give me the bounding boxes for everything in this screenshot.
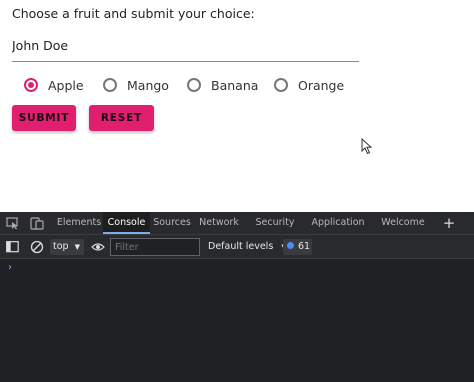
form-prompt: Choose a fruit and submit your choice: bbox=[12, 6, 255, 21]
mouse-cursor-icon bbox=[361, 138, 373, 155]
sidebar-toggle-icon[interactable] bbox=[6, 241, 19, 253]
log-levels-label: Default levels bbox=[208, 241, 274, 252]
message-count: 61 bbox=[298, 241, 311, 252]
radio-label-orange: Orange bbox=[298, 77, 345, 93]
submit-button[interactable]: SUBMIT bbox=[12, 105, 76, 131]
name-field[interactable] bbox=[12, 30, 359, 62]
eye-icon[interactable] bbox=[91, 242, 105, 252]
chevron-down-icon: ▼ bbox=[74, 243, 80, 251]
radio-banana[interactable]: Banana bbox=[187, 76, 258, 94]
radio-circle-apple[interactable] bbox=[24, 78, 38, 92]
console-toolbar: top ▼ Default levels ▼ 61 bbox=[0, 235, 474, 259]
tab-welcome[interactable]: Welcome bbox=[378, 212, 428, 234]
radio-label-mango: Mango bbox=[127, 77, 169, 93]
device-toolbar-icon[interactable] bbox=[30, 217, 44, 230]
radio-label-banana: Banana bbox=[211, 77, 259, 93]
tab-security[interactable]: Security bbox=[253, 212, 297, 234]
radio-apple[interactable]: Apple bbox=[24, 76, 84, 94]
add-tab-button[interactable]: + bbox=[439, 212, 459, 234]
radio-label-apple: Apple bbox=[48, 77, 84, 93]
radio-circle-mango[interactable] bbox=[103, 78, 117, 92]
tab-application[interactable]: Application bbox=[308, 212, 368, 234]
message-count-badge[interactable]: 61 bbox=[283, 239, 312, 255]
console-prompt-caret[interactable]: › bbox=[8, 262, 12, 273]
inspect-element-icon[interactable] bbox=[6, 217, 20, 230]
page-content: Choose a fruit and submit your choice: A… bbox=[0, 0, 474, 212]
radio-orange[interactable]: Orange bbox=[274, 76, 344, 94]
radio-circle-orange[interactable] bbox=[274, 78, 288, 92]
context-selector[interactable]: top ▼ bbox=[50, 239, 84, 255]
radio-mango[interactable]: Mango bbox=[103, 76, 169, 94]
tab-elements[interactable]: Elements bbox=[55, 212, 103, 234]
clear-console-icon[interactable] bbox=[30, 240, 44, 254]
reset-button[interactable]: RESET bbox=[89, 105, 154, 131]
devtools-panel: Elements Console Sources Network Securit… bbox=[0, 212, 474, 382]
tab-console[interactable]: Console bbox=[103, 212, 150, 234]
filter-input[interactable] bbox=[110, 238, 200, 256]
tab-sources[interactable]: Sources bbox=[151, 212, 193, 234]
context-value: top bbox=[53, 241, 69, 252]
devtools-tab-bar: Elements Console Sources Network Securit… bbox=[0, 212, 474, 235]
log-levels-dropdown[interactable]: Default levels ▼ bbox=[208, 239, 287, 255]
radio-circle-banana[interactable] bbox=[187, 78, 201, 92]
message-bubble-icon bbox=[287, 242, 294, 249]
tab-network[interactable]: Network bbox=[196, 212, 242, 234]
